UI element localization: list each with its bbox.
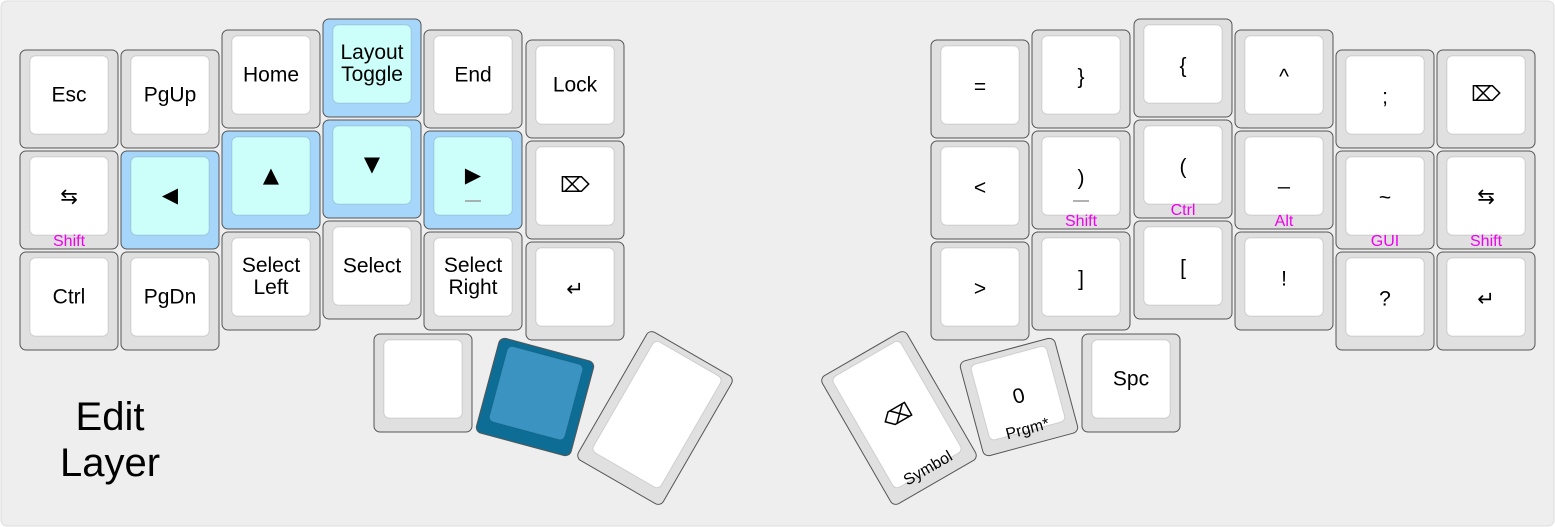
key-delete-right: ⌦ xyxy=(1436,49,1536,149)
key-tab-left: ⇆ Shift xyxy=(19,150,119,250)
key-label-line2: Left xyxy=(253,276,288,299)
key-label: Ctrl xyxy=(53,286,86,309)
arrow-right-icon: ▶ xyxy=(465,163,482,187)
key-label: ) xyxy=(1078,167,1085,190)
key-label: ~ xyxy=(1379,187,1391,210)
key-label: > xyxy=(974,278,986,301)
enter-icon: ↵ xyxy=(1477,287,1495,311)
key-label: = xyxy=(974,76,986,99)
key-label-line2: Right xyxy=(448,276,497,299)
key-esc: Esc xyxy=(19,49,119,149)
key-hold-label: Shift xyxy=(53,233,86,250)
key-lbrace: { xyxy=(1133,18,1233,118)
key-delete-left: ⌦ xyxy=(525,140,625,240)
key-lock: Lock xyxy=(525,39,625,139)
key-label-line1: Select xyxy=(242,254,301,277)
key-hold-label: GUI xyxy=(1371,233,1399,250)
key-label-line1: Layout xyxy=(340,41,403,64)
key-label: _ xyxy=(1277,167,1290,190)
key-less: < xyxy=(930,140,1030,240)
key-select: Select xyxy=(322,220,422,320)
key-arrow-up: ▲ xyxy=(221,130,321,230)
delete-forward-icon: ⌦ xyxy=(1471,82,1501,106)
key-underscore: _ Alt xyxy=(1234,130,1334,230)
key-label: Select xyxy=(343,255,402,278)
key-equals: = xyxy=(930,39,1030,139)
key-label: [ xyxy=(1180,257,1186,280)
key-label: ? xyxy=(1379,288,1391,311)
key-label: PgUp xyxy=(144,84,197,107)
key-label: Spc xyxy=(1113,368,1149,391)
key-label: Home xyxy=(243,64,299,87)
tab-arrows-icon: ⇆ xyxy=(60,185,78,209)
key-label: PgDn xyxy=(144,286,197,309)
tab-arrows-icon: ⇆ xyxy=(1477,185,1495,209)
key-hold-label: Alt xyxy=(1275,213,1294,230)
key-tab-right: ⇆ Shift xyxy=(1436,150,1536,250)
key-hold-label: Shift xyxy=(1470,233,1503,250)
key-hold-label: Shift xyxy=(1065,213,1098,230)
key-label: } xyxy=(1077,66,1084,89)
key-pgdn: PgDn xyxy=(120,251,220,351)
layer-title-line1: Edit xyxy=(76,395,145,439)
enter-icon: ↵ xyxy=(566,277,584,301)
key-label: End xyxy=(454,64,491,87)
key-rparen: ) Shift xyxy=(1031,130,1131,230)
key-label: Esc xyxy=(51,84,86,107)
key-greater: > xyxy=(930,241,1030,341)
keycap-top xyxy=(383,339,463,419)
key-enter-left: ↵ xyxy=(525,241,625,341)
key-label-line1: Select xyxy=(444,254,503,277)
key-label: Lock xyxy=(553,74,598,97)
key-label: ^ xyxy=(1279,66,1289,89)
key-label: ] xyxy=(1078,268,1084,291)
key-label: ( xyxy=(1180,156,1187,179)
key-select-left: SelectLeft xyxy=(221,231,321,331)
arrow-left-icon: ◀ xyxy=(162,183,179,207)
key-question: ? xyxy=(1335,251,1435,351)
key-lbracket: [ xyxy=(1133,220,1233,320)
layer-title-line2: Layer xyxy=(60,441,160,485)
key-ctrl-left: Ctrl xyxy=(19,251,119,351)
key-home: Home xyxy=(221,29,321,129)
key-arrow-down: ▼ xyxy=(322,119,422,219)
key-label: ! xyxy=(1281,268,1287,291)
key-bang: ! xyxy=(1234,231,1334,331)
key-end: End xyxy=(423,29,523,129)
key-tilde: ~ GUI xyxy=(1335,150,1435,250)
key-arrow-right: ▶ xyxy=(423,130,523,230)
key-semicolon: ; xyxy=(1335,49,1435,149)
key-hold-label: Ctrl xyxy=(1171,202,1196,219)
key-rbracket: ] xyxy=(1031,231,1131,331)
key-select-right: SelectRight xyxy=(423,231,523,331)
key-enter-right: ↵ xyxy=(1436,251,1536,351)
key-lparen: ( Ctrl xyxy=(1133,119,1233,219)
key-label-line2: Toggle xyxy=(341,63,403,86)
key-rbrace: } xyxy=(1031,29,1131,129)
delete-forward-icon: ⌦ xyxy=(560,173,590,197)
key-caret: ^ xyxy=(1234,29,1334,129)
keymap-diagram: Esc PgUp Home LayoutToggle End Lock ⇆ Shift ◀ ▲ ▼ ▶… xyxy=(0,0,1555,527)
key-spc: Spc xyxy=(1081,333,1181,433)
key-label: { xyxy=(1179,55,1186,78)
key-thumb-left-1 xyxy=(373,333,473,433)
key-label: ; xyxy=(1382,86,1388,109)
arrow-up-icon: ▲ xyxy=(263,163,280,187)
key-label: < xyxy=(974,177,986,200)
key-pgup: PgUp xyxy=(120,49,220,149)
key-layout-toggle: LayoutToggle xyxy=(322,18,422,118)
key-arrow-left: ◀ xyxy=(120,150,220,250)
arrow-down-icon: ▼ xyxy=(364,152,381,176)
